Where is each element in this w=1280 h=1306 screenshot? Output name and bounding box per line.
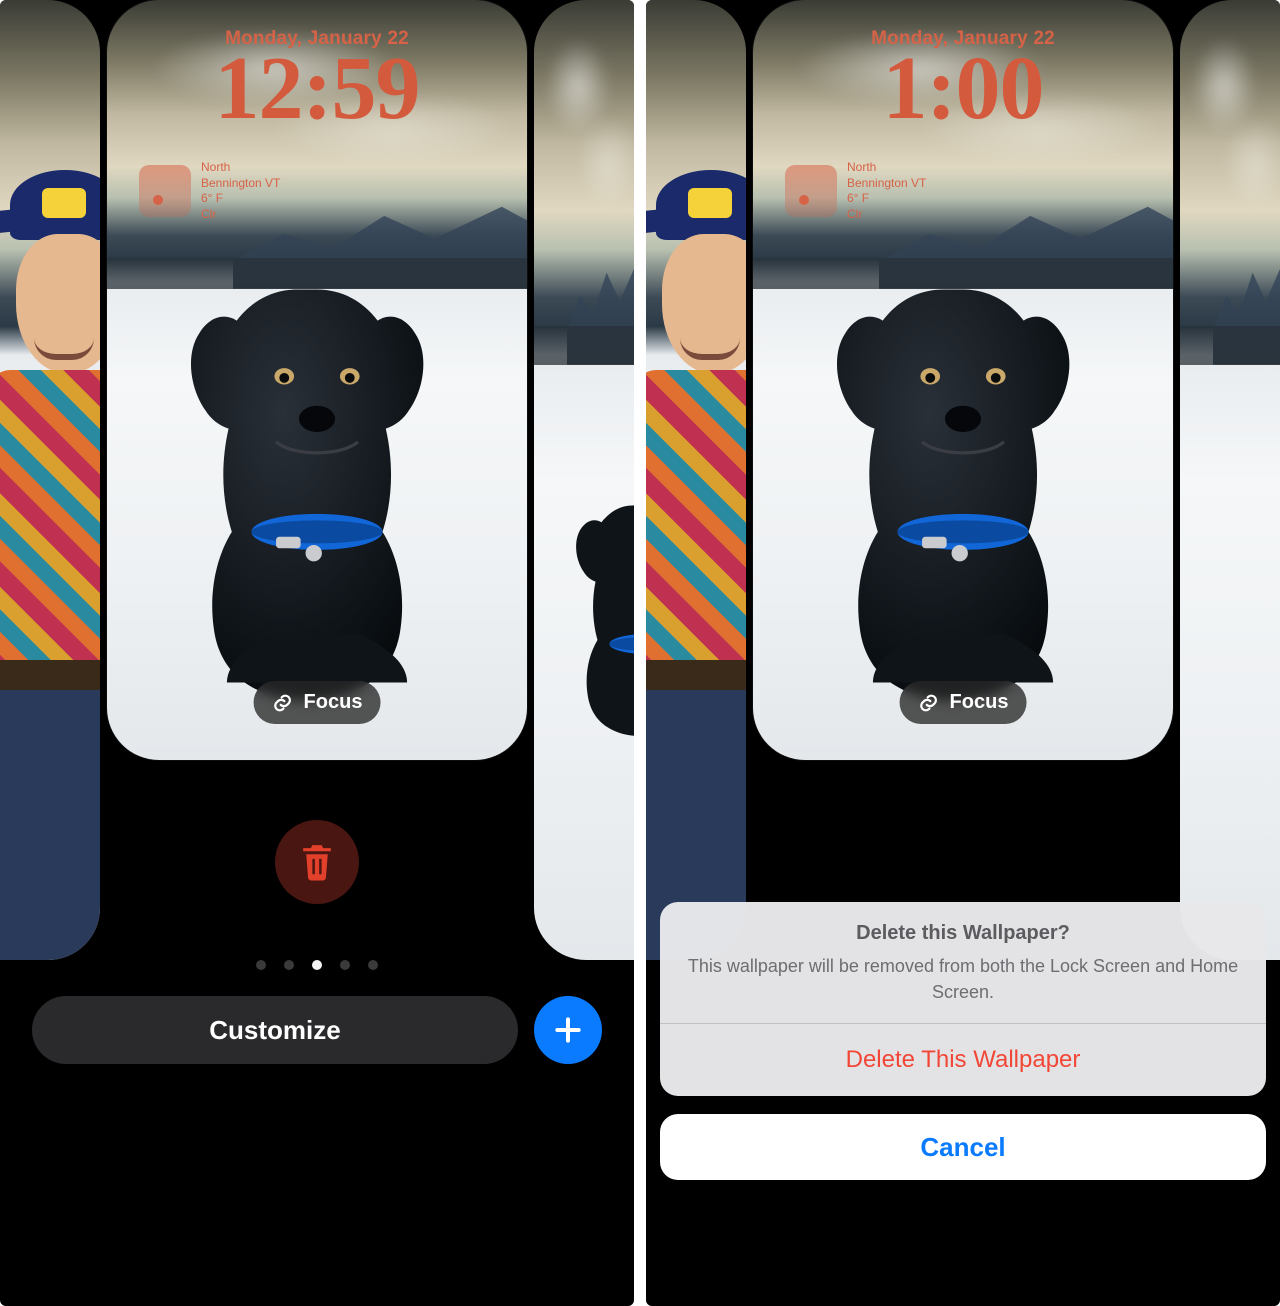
weather-tile-icon — [785, 165, 837, 217]
phone-right: Monday, January 22 1:00 North Bennington… — [646, 0, 1280, 1306]
lockscreen-time: 12:59 — [107, 44, 527, 134]
page-dot — [284, 960, 294, 970]
wallpaper-neighbor-left[interactable] — [0, 0, 100, 960]
trash-icon — [298, 842, 336, 882]
page-dot-active — [312, 960, 322, 970]
add-wallpaper-button[interactable] — [534, 996, 602, 1064]
link-icon — [918, 692, 940, 714]
weather-widget: North Bennington VT 6° F Clr — [785, 160, 926, 222]
focus-label: Focus — [304, 691, 363, 714]
delete-confirm-button[interactable]: Delete This Wallpaper — [660, 1024, 1266, 1096]
wallpaper-neighbor-right — [1180, 0, 1280, 960]
delete-wallpaper-button[interactable] — [275, 820, 359, 904]
phone-left: Monday, January 22 12:59 North Benningto… — [0, 0, 634, 1306]
dog-silhouette-icon — [153, 251, 481, 737]
wallpaper-neighbor-right[interactable] — [534, 0, 634, 960]
cancel-button[interactable]: Cancel — [660, 1114, 1266, 1180]
dog-silhouette-icon — [799, 251, 1127, 737]
focus-button: Focus — [900, 681, 1027, 724]
focus-button[interactable]: Focus — [254, 681, 381, 724]
weather-cond: Clr — [201, 207, 280, 223]
dog-silhouette-icon — [547, 317, 634, 931]
focus-label: Focus — [950, 691, 1009, 714]
weather-temp: 6° F — [847, 191, 926, 207]
weather-widget[interactable]: North Bennington VT 6° F Clr — [139, 160, 280, 222]
page-dot — [368, 960, 378, 970]
page-indicator — [0, 960, 634, 970]
wallpaper-neighbor-left — [646, 0, 746, 960]
plus-icon — [552, 1014, 584, 1046]
link-icon — [272, 692, 294, 714]
delete-confirm-label: Delete This Wallpaper — [846, 1046, 1081, 1073]
weather-location-1: North — [201, 160, 280, 176]
lockscreen-time: 1:00 — [753, 44, 1173, 134]
weather-tile-icon — [139, 165, 191, 217]
cancel-label: Cancel — [920, 1132, 1005, 1163]
weather-location-2: Bennington VT — [201, 176, 280, 192]
sheet-message: This wallpaper will be removed from both… — [684, 953, 1242, 1005]
weather-location-2: Bennington VT — [847, 176, 926, 192]
sheet-title: Delete this Wallpaper? — [684, 922, 1242, 945]
weather-location-1: North — [847, 160, 926, 176]
wallpaper-card-current[interactable]: Monday, January 22 12:59 North Benningto… — [107, 0, 527, 760]
page-dot — [256, 960, 266, 970]
customize-button[interactable]: Customize — [32, 996, 518, 1064]
weather-temp: 6° F — [201, 191, 280, 207]
wallpaper-card-current: Monday, January 22 1:00 North Bennington… — [753, 0, 1173, 760]
delete-confirm-sheet: Delete this Wallpaper? This wallpaper wi… — [660, 902, 1266, 1096]
page-dot — [340, 960, 350, 970]
weather-cond: Clr — [847, 207, 926, 223]
customize-label: Customize — [209, 1015, 340, 1046]
